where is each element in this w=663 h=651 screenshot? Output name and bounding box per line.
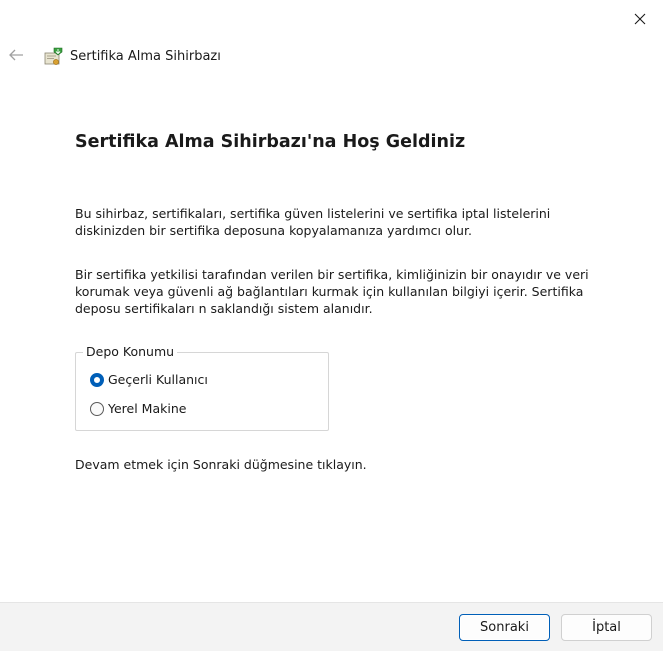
- radio-current-user[interactable]: Geçerli Kullanıcı: [90, 372, 208, 387]
- close-button[interactable]: [617, 0, 663, 38]
- wizard-title: Sertifika Alma Sihirbazı: [70, 49, 221, 64]
- radio-label-current-user: Geçerli Kullanıcı: [108, 372, 208, 387]
- page-heading: Sertifika Alma Sihirbazı'na Hoş Geldiniz: [75, 132, 466, 152]
- radio-selected-indicator[interactable]: [90, 372, 104, 387]
- back-arrow-icon: [8, 47, 24, 66]
- wizard-footer: Sonraki İptal: [0, 602, 663, 651]
- certificate-description-paragraph: Bir sertifika yetkilisi tarafından veril…: [75, 267, 589, 316]
- back-button[interactable]: [4, 42, 28, 70]
- store-location-legend: Depo Konumu: [83, 344, 178, 360]
- certificate-wizard-icon: [42, 47, 64, 67]
- certificate-import-wizard-window: Sertifika Alma Sihirbazı Sertifika Alma …: [0, 0, 663, 651]
- next-button[interactable]: Sonraki: [459, 614, 550, 641]
- intro-paragraph: Bu sihirbaz, sertifikaları, sertifika gü…: [75, 206, 551, 238]
- cancel-button[interactable]: İptal: [561, 614, 652, 641]
- close-icon: [634, 10, 646, 29]
- radio-unselected-indicator[interactable]: [90, 401, 104, 416]
- title-bar: [0, 0, 663, 38]
- radio-local-machine[interactable]: Yerel Makine: [90, 401, 186, 416]
- instruction-text: Devam etmek için Sonraki düğmesine tıkla…: [75, 457, 367, 472]
- radio-label-local-machine: Yerel Makine: [108, 401, 187, 416]
- store-location-group: Depo Konumu Geçerli Kullanıcı Yerel Maki…: [75, 344, 329, 431]
- wizard-nav-bar: Sertifika Alma Sihirbazı: [0, 38, 663, 76]
